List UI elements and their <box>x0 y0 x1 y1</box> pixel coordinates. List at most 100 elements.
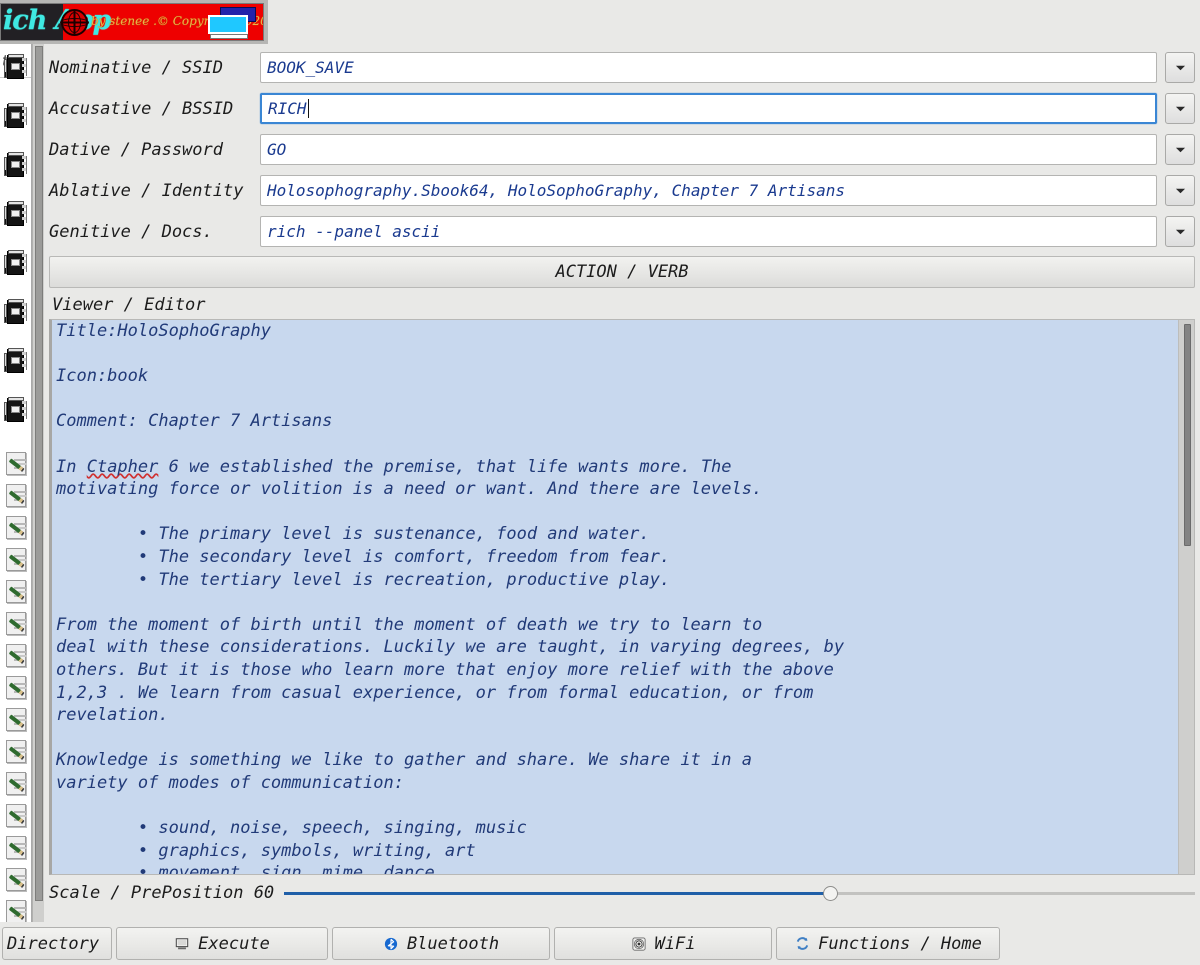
editor-scrollbar-thumb[interactable] <box>1184 324 1191 546</box>
sidebar-book-icon[interactable] <box>2 348 30 376</box>
functions-home-button[interactable]: Functions / Home <box>776 927 1000 960</box>
form-field-input[interactable]: GO <box>260 134 1157 165</box>
book-rings <box>22 58 27 76</box>
document-line <box>14 555 27 557</box>
document-line <box>14 779 27 781</box>
editor-line: From the moment of birth until the momen… <box>56 614 763 635</box>
execute-button[interactable]: Execute <box>116 927 328 960</box>
left-sidebar[interactable]: ta <box>0 44 44 965</box>
sidebar-book-icon[interactable] <box>2 397 30 425</box>
sidebar-book-icon[interactable] <box>2 201 30 229</box>
form-field-value: Holosophography.Sbook64, HoloSophoGraphy… <box>267 181 845 200</box>
functions-home-button-label: Functions / Home <box>818 933 982 954</box>
form-field-value: RICH <box>268 99 307 118</box>
sidebar-document-edit-icon[interactable] <box>2 770 30 798</box>
chevron-down-icon[interactable] <box>1165 216 1195 247</box>
sidebar-document-edit-icon[interactable] <box>2 482 30 510</box>
editor-line: • The primary level is sustenance, food … <box>56 524 650 545</box>
form-field-input[interactable]: BOOK_SAVE <box>260 52 1157 83</box>
misspelled-word: Ctapher <box>86 456 159 477</box>
bluetooth-icon <box>383 936 399 952</box>
form-field-input[interactable]: Holosophography.Sbook64, HoloSophoGraphy… <box>260 175 1157 206</box>
sidebar-document-edit-icon[interactable] <box>2 546 30 574</box>
sidebar-document-edit-icon[interactable] <box>2 610 30 638</box>
action-verb-bar[interactable]: ACTION / VERB <box>49 256 1195 288</box>
editor-line: Icon:book <box>56 366 149 387</box>
directory-button[interactable]: Directory <box>2 927 112 960</box>
editor-line: motivating force or volition is a need o… <box>56 479 763 500</box>
sidebar-scrollbar-thumb[interactable] <box>35 46 43 901</box>
form-row: Ablative / Identity Holosophography.Sbook… <box>49 174 1195 207</box>
sidebar-book-icon[interactable] <box>2 54 30 82</box>
editor-line: variety of modes of communication: <box>56 772 404 793</box>
scale-preposition-row: Scale / PrePosition 60 <box>49 878 1195 908</box>
scale-preposition-label: Scale / PrePosition 60 <box>49 883 275 903</box>
sidebar-document-edit-icon[interactable] <box>2 866 30 894</box>
document-line <box>14 843 27 845</box>
sidebar-book-icon[interactable] <box>2 299 30 327</box>
chevron-down-icon[interactable] <box>1165 52 1195 83</box>
scale-slider[interactable] <box>284 883 1195 903</box>
slider-track-empty <box>830 892 1195 895</box>
editor-content[interactable]: Title:HoloSophoGraphy Icon:book Comment:… <box>56 320 1172 874</box>
book-label <box>11 161 20 168</box>
book-rings <box>22 107 27 125</box>
editor-line: others. But it is those who learn more t… <box>56 659 834 680</box>
editor-line: Title:HoloSophoGraphy <box>56 321 271 341</box>
sidebar-document-edit-icon[interactable] <box>2 738 30 766</box>
book-rings <box>22 401 27 419</box>
sidebar-document-edit-icon[interactable] <box>2 514 30 542</box>
slider-track-filled <box>284 892 831 895</box>
book-label <box>11 63 20 70</box>
document-line <box>14 523 27 525</box>
slider-knob[interactable] <box>822 886 838 901</box>
chevron-down-icon[interactable] <box>1165 134 1195 165</box>
sidebar-document-edit-icon[interactable] <box>2 834 30 862</box>
sidebar-book-icon[interactable] <box>2 103 30 131</box>
chevron-down-icon[interactable] <box>1165 93 1195 124</box>
bluetooth-button[interactable]: Bluetooth <box>332 927 550 960</box>
editor-line: • The secondary level is comfort, freedo… <box>56 546 671 567</box>
book-rings <box>22 303 27 321</box>
book-label <box>11 308 20 315</box>
sidebar-document-edit-icon[interactable] <box>2 450 30 478</box>
bottom-button-bar: Directory Execute Bluetooth WiFi Functio… <box>0 922 1200 965</box>
editor-line: deal with these considerations. Luckily … <box>56 637 845 658</box>
document-line <box>14 587 27 589</box>
wifi-icon <box>631 936 647 952</box>
form-field-input[interactable]: rich --panel ascii <box>260 216 1157 247</box>
viewer-editor-label: Viewer / Editor <box>52 295 206 315</box>
document-line <box>14 683 27 685</box>
monitor-icon <box>206 7 258 39</box>
sidebar-document-edit-icon[interactable] <box>2 642 30 670</box>
sidebar-document-edit-icon[interactable] <box>2 674 30 702</box>
form-row: Accusative / BSSID RICH <box>49 92 1195 125</box>
editor-line: Knowledge is something we like to gather… <box>56 750 752 771</box>
sidebar-document-edit-icon[interactable] <box>2 706 30 734</box>
sidebar-document-edit-icon[interactable] <box>2 802 30 830</box>
form-field-input[interactable]: RICH <box>260 93 1157 124</box>
document-line <box>14 715 27 717</box>
book-rings <box>22 156 27 174</box>
action-verb-label: ACTION / VERB <box>555 262 689 282</box>
execute-button-label: Execute <box>198 933 270 954</box>
form-row: Dative / Password GO <box>49 133 1195 166</box>
chevron-down-icon[interactable] <box>1165 175 1195 206</box>
app-banner-container: ich App by stenee .© Copyright 2020 <box>0 0 268 44</box>
form-row: Nominative / SSID BOOK_SAVE <box>49 51 1195 84</box>
editor-scrollbar[interactable] <box>1178 320 1194 874</box>
wifi-button[interactable]: WiFi <box>554 927 772 960</box>
viewer-editor[interactable]: Title:HoloSophoGraphy Icon:book Comment:… <box>49 319 1195 875</box>
sidebar-document-edit-icon[interactable] <box>2 578 30 606</box>
editor-line: • The tertiary level is recreation, prod… <box>56 569 671 590</box>
sidebar-book-icon[interactable] <box>2 152 30 180</box>
monitor-base <box>210 34 248 39</box>
sidebar-scrollbar[interactable] <box>32 44 44 965</box>
sidebar-book-icon[interactable] <box>2 250 30 278</box>
sidebar-icon-list[interactable]: ta <box>0 44 32 965</box>
